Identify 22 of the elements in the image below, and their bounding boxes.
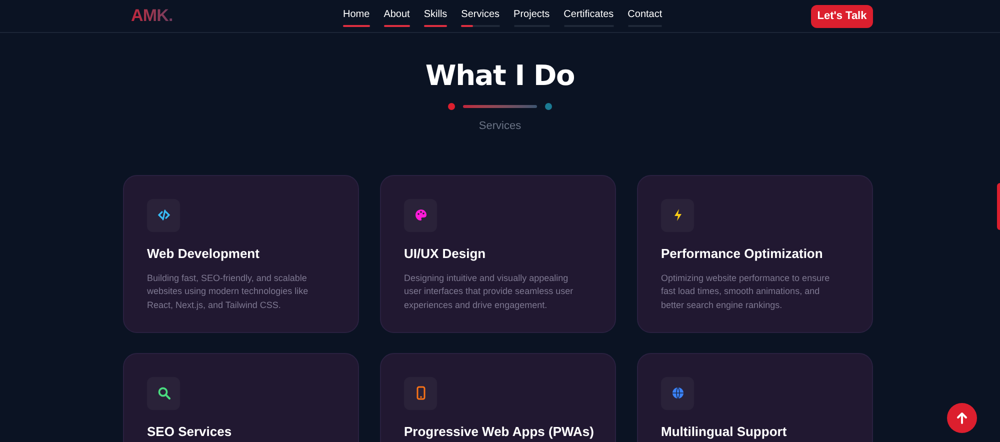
card-title: UI/UX Design xyxy=(404,246,487,262)
card-title: Progressive Web Apps (PWAs) xyxy=(404,424,592,440)
card-description: Optimizing website performance to ensure fast load times, smooth animations, and better search engine rankings. xyxy=(661,272,831,312)
card-title: Multilingual Support xyxy=(661,424,788,440)
lets-talk-button[interactable]: Let's Talk xyxy=(811,4,873,28)
section-title: What I Do xyxy=(425,59,575,93)
scrollbar-thumb[interactable] xyxy=(997,183,1000,230)
arrow-up-icon xyxy=(956,412,968,424)
card-description: Designing intuitive and visually appealing user interfaces that provide seamless user experiences and drive engagement. xyxy=(404,272,574,312)
scroll-to-top-button[interactable] xyxy=(947,403,977,433)
nav-link[interactable]: Skills xyxy=(424,7,448,27)
nav-link[interactable]: Certificates xyxy=(564,7,614,27)
nav-link[interactable]: Services xyxy=(461,7,500,27)
card-description: Building fast, SEO-friendly, and scalable websites using modern technologies like React, Next.js, and Tailwind CSS. xyxy=(147,272,310,312)
nav-link[interactable]: About xyxy=(384,7,410,27)
nav-link[interactable]: Home xyxy=(343,7,370,27)
section-subtitle: Services xyxy=(478,119,522,134)
nav-link[interactable]: Projects xyxy=(514,7,550,27)
card-title: Web Development xyxy=(147,246,260,262)
nav-link[interactable]: Contact xyxy=(628,7,662,27)
card-title: SEO Services xyxy=(147,424,233,440)
card-title: Performance Optimization xyxy=(661,246,824,262)
